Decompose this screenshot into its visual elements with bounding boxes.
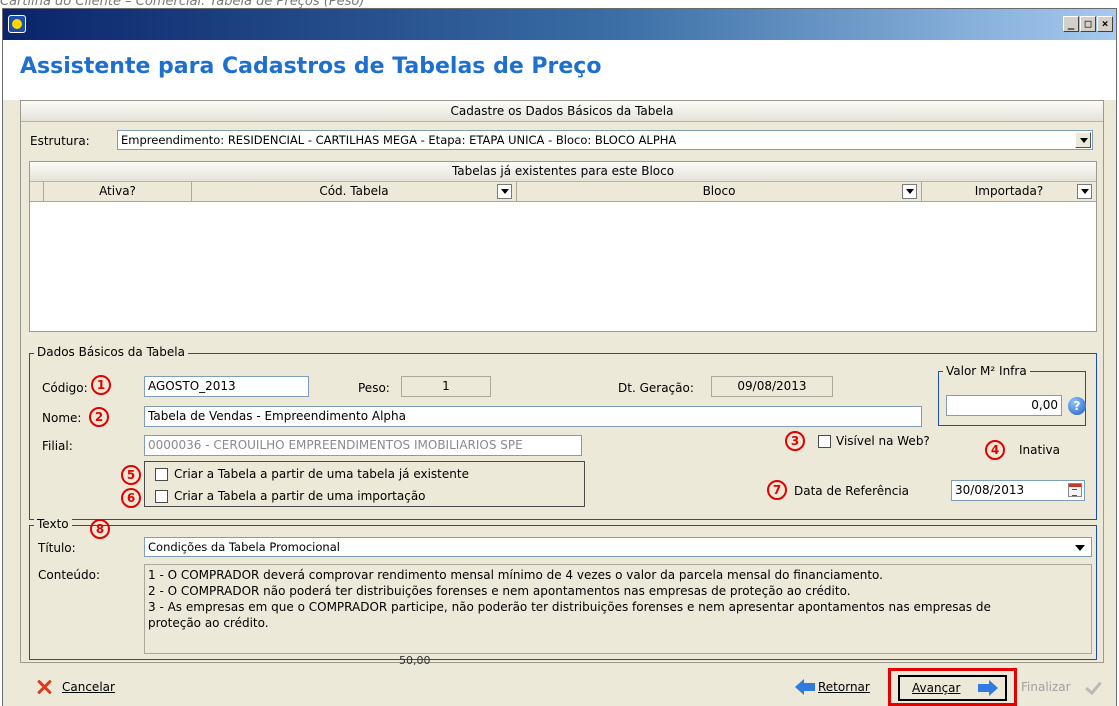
minimize-button[interactable]: _ — [1063, 16, 1079, 32]
existing-tables-header: Tabelas já existentes para este Bloco — [30, 162, 1096, 182]
column-importada[interactable]: Importada? — [922, 182, 1096, 202]
inativa-label: Inativa — [1019, 443, 1060, 457]
basic-section-header: Cadastre os Dados Básicos da Tabela — [21, 101, 1103, 122]
column-cod-tabela-label: Cód. Tabela — [319, 184, 389, 198]
column-filter-icon[interactable] — [497, 184, 512, 199]
cancel-label: Cancelar — [62, 680, 115, 694]
codigo-label: Código: — [42, 381, 88, 395]
finish-button[interactable]: Finalizar — [1021, 676, 1111, 700]
conteudo-line: 1 - O COMPRADOR deverá comprovar rendime… — [148, 568, 883, 582]
peso-field: 1 — [401, 376, 491, 397]
visivel-web-label: Visível na Web? — [836, 434, 930, 448]
dados-basicos-legend: Dados Básicos da Tabela — [34, 345, 188, 359]
texto-legend: Texto — [34, 517, 72, 531]
criar-existente-checkbox[interactable] — [155, 468, 168, 481]
estrutura-dropdown[interactable]: Empreendimento: RESIDENCIAL - CARTILHAS … — [117, 130, 1093, 150]
conteudo-line: 3 - As empresas em que o COMPRADOR parti… — [148, 600, 991, 614]
conteudo-line: 2 - O COMPRADOR não poderá ter distribui… — [148, 584, 851, 598]
wizard-header: Assistente para Cadastros de Tabelas de … — [3, 40, 1116, 100]
next-button[interactable]: Avançar — [898, 675, 1007, 701]
valor-m2-legend: Valor M² Infra — [943, 364, 1030, 378]
cancel-button[interactable]: Cancelar — [36, 676, 146, 700]
titulo-dropdown[interactable]: Condições da Tabela Promocional — [144, 537, 1092, 557]
arrow-right-icon — [978, 680, 998, 696]
wizard-window: _ □ × Assistente para Cadastros de Tabel… — [2, 8, 1117, 706]
estrutura-label: Estrutura: — [30, 134, 90, 148]
column-cod-tabela[interactable]: Cód. Tabela — [192, 182, 517, 202]
page-caption: Cartilha do Cliente – Comercial: Tabela … — [0, 0, 365, 9]
close-button[interactable]: × — [1097, 16, 1113, 32]
nome-label: Nome: — [42, 411, 82, 425]
criar-importacao-checkbox[interactable] — [155, 490, 168, 503]
conteudo-line: proteção ao crédito. — [148, 616, 269, 630]
annotation-badge-3: 3 — [785, 431, 805, 451]
check-icon — [1084, 679, 1100, 695]
chevron-down-icon[interactable] — [1075, 132, 1091, 148]
grid-column-headers: Ativa? Cód. Tabela Bloco Importada? — [30, 182, 1096, 202]
next-label: Avançar — [912, 681, 961, 695]
column-filter-icon[interactable] — [902, 184, 917, 199]
existing-tables-grid: Tabelas já existentes para este Bloco At… — [29, 161, 1097, 332]
ghost-value: 50,00 — [399, 654, 431, 667]
filial-field: 0000036 - CEROUILHO EMPREENDIMENTOS IMOB… — [144, 435, 582, 456]
criar-existente-label: Criar a Tabela a partir de uma tabela já… — [174, 467, 469, 481]
wizard-footer: Cancelar Retornar Avançar Finalizar — [3, 668, 1116, 706]
annotation-badge-6: 6 — [121, 488, 141, 508]
nome-input[interactable]: Tabela de Vendas - Empreendimento Alpha — [144, 406, 922, 427]
valor-m2-input[interactable]: 0,00 — [946, 395, 1062, 416]
calendar-icon[interactable] — [1068, 483, 1082, 497]
back-button[interactable]: Retornar — [795, 676, 885, 700]
dt-geracao-label: Dt. Geração: — [618, 381, 694, 395]
back-label: Retornar — [818, 680, 870, 694]
estrutura-value: Empreendimento: RESIDENCIAL - CARTILHAS … — [121, 133, 677, 147]
page-title: Assistente para Cadastros de Tabelas de … — [20, 54, 602, 79]
annotation-badge-7: 7 — [767, 480, 787, 500]
data-referencia-label: Data de Referência — [794, 484, 910, 498]
chevron-down-icon[interactable] — [1075, 545, 1085, 551]
data-referencia-value: 30/08/2013 — [955, 483, 1025, 497]
finish-label: Finalizar — [1021, 680, 1071, 694]
criar-importacao-label: Criar a Tabela a partir de uma importaçã… — [174, 489, 426, 503]
arrow-left-icon — [795, 679, 815, 695]
peso-label: Peso: — [358, 381, 390, 395]
annotation-badge-5: 5 — [121, 465, 141, 485]
titulo-label: Título: — [38, 541, 76, 555]
title-bar: _ □ × — [3, 9, 1116, 40]
app-icon — [8, 15, 26, 33]
codigo-input[interactable]: AGOSTO_2013 — [144, 376, 309, 397]
conteudo-textarea[interactable]: 1 - O COMPRADOR deverá comprovar rendime… — [144, 564, 1092, 654]
row-selector-header — [30, 182, 44, 202]
column-bloco-label: Bloco — [702, 184, 736, 198]
conteudo-label: Conteúdo: — [38, 568, 101, 582]
filial-label: Filial: — [42, 439, 73, 453]
wizard-content: Cadastre os Dados Básicos da Tabela Estr… — [20, 100, 1104, 663]
annotation-badge-1: 1 — [91, 375, 111, 395]
column-ativa[interactable]: Ativa? — [44, 182, 192, 202]
annotation-badge-4: 4 — [985, 440, 1005, 460]
annotation-badge-2: 2 — [89, 407, 109, 427]
maximize-button[interactable]: □ — [1080, 16, 1096, 32]
column-filter-icon[interactable] — [1077, 184, 1092, 199]
column-bloco[interactable]: Bloco — [517, 182, 922, 202]
dt-geracao-field: 09/08/2013 — [711, 376, 833, 397]
help-icon[interactable]: ? — [1068, 397, 1086, 415]
visivel-web-checkbox[interactable] — [818, 435, 831, 448]
column-importada-label: Importada? — [974, 184, 1044, 198]
annotation-badge-8: 8 — [90, 519, 110, 539]
data-referencia-input[interactable]: 30/08/2013 — [951, 480, 1085, 501]
titulo-value: Condições da Tabela Promocional — [148, 540, 340, 554]
cancel-icon — [36, 679, 52, 695]
